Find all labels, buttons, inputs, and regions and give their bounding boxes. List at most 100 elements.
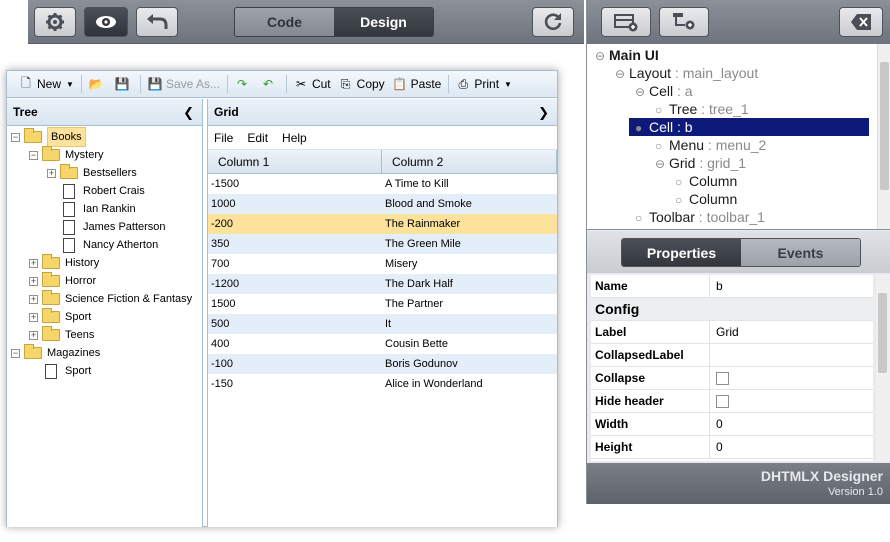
structure-node-grid[interactable]: ⊖ Grid : grid_1 — [655, 154, 746, 172]
cell-column-1[interactable]: -150 — [208, 374, 382, 394]
cell-column-1[interactable]: -100 — [208, 354, 382, 374]
table-row[interactable]: 400 Cousin Bette — [208, 334, 557, 354]
undo-button[interactable] — [136, 7, 178, 37]
tree-item[interactable]: Nancy Atherton — [47, 236, 158, 254]
column-header-2[interactable]: Column 2 — [382, 150, 557, 173]
structure-node-tree[interactable]: ○ Tree : tree_1 — [655, 100, 749, 118]
tree-item[interactable]: − Books — [11, 127, 86, 147]
structure-node-cell[interactable]: ⊖ Cell : a — [635, 82, 693, 100]
structure-node-column[interactable]: ○ Column — [675, 190, 737, 208]
cell-column-2[interactable]: The Rainmaker — [382, 214, 557, 234]
cell-column-1[interactable]: 700 — [208, 254, 382, 274]
cell-column-1[interactable]: 400 — [208, 334, 382, 354]
tree-item[interactable]: + Bestsellers — [47, 164, 137, 182]
table-row[interactable]: 1500 The Partner — [208, 294, 557, 314]
tree-node-marker-icon[interactable]: ⊖ — [595, 227, 609, 229]
cell-column-1[interactable]: 350 — [208, 234, 382, 254]
toolbar-button-paste[interactable]: 📋 Paste — [389, 71, 446, 98]
toolbar-button-new[interactable]: 🗋 New ▼ — [15, 71, 78, 98]
collapse-toggle-icon[interactable]: − — [11, 132, 20, 142]
cell-column-2[interactable]: It — [382, 314, 557, 334]
tree-item[interactable]: + Teens — [29, 326, 94, 344]
table-row[interactable]: 500 It — [208, 314, 557, 334]
toolbar-button-redo-green[interactable]: ↷ — [231, 71, 257, 98]
property-value[interactable] — [710, 367, 873, 389]
table-row[interactable]: -1500 A Time to Kill — [208, 174, 557, 194]
cell-column-1[interactable]: -1200 — [208, 274, 382, 294]
tree-node-marker-icon[interactable]: ○ — [635, 209, 649, 227]
tree-node-marker-icon[interactable]: ○ — [655, 101, 669, 119]
tree-node-marker-icon[interactable]: ⊖ — [615, 65, 629, 83]
toolbar-button-undo-green[interactable]: ↶ — [257, 71, 283, 98]
cell-column-2[interactable]: Alice in Wonderland — [382, 374, 557, 394]
menu-item-file[interactable]: File — [214, 131, 233, 145]
chevron-right-icon[interactable]: ❯ — [538, 99, 549, 126]
tab-events[interactable]: Events — [741, 239, 860, 266]
cell-column-1[interactable]: 500 — [208, 314, 382, 334]
toolbar-button-save-disk[interactable]: 💾 — [111, 71, 137, 98]
property-value[interactable]: b — [710, 275, 873, 297]
structure-node-layout[interactable]: ⊖ Layout : main_layout — [615, 64, 758, 82]
tree-node-marker-icon[interactable]: ⊖ — [655, 155, 669, 173]
table-row[interactable]: -150 Alice in Wonderland — [208, 374, 557, 394]
cell-column-2[interactable]: Blood and Smoke — [382, 194, 557, 214]
tree-node-marker-icon[interactable]: ○ — [675, 173, 689, 191]
chevron-left-icon[interactable]: ❮ — [183, 99, 194, 126]
collapse-toggle-icon[interactable]: − — [29, 150, 38, 160]
tree-node-marker-icon[interactable]: ⊖ — [595, 47, 609, 65]
cell-column-1[interactable]: 1500 — [208, 294, 382, 314]
cell-column-2[interactable]: The Green Mile — [382, 234, 557, 254]
cell-column-1[interactable]: -200 — [208, 214, 382, 234]
settings-button[interactable] — [34, 7, 76, 37]
tree-item[interactable]: − Magazines — [11, 344, 100, 362]
property-checkbox[interactable] — [716, 394, 729, 408]
structure-node-column[interactable]: ○ Column — [675, 172, 737, 190]
cell-column-2[interactable]: Cousin Bette — [382, 334, 557, 354]
property-value[interactable]: 0 — [710, 413, 873, 435]
structure-node-toolbar[interactable]: ○ Toolbar : toolbar_1 — [635, 208, 765, 226]
close-button[interactable] — [839, 7, 883, 37]
toolbar-button-save-as[interactable]: 💾 Save As... — [144, 71, 224, 98]
add-layout-button[interactable] — [601, 7, 651, 37]
expand-toggle-icon[interactable]: + — [29, 330, 38, 340]
cell-column-1[interactable]: 1000 — [208, 194, 382, 214]
expand-toggle-icon[interactable]: + — [47, 168, 56, 178]
tree-node-marker-icon[interactable]: ⊖ — [635, 83, 649, 101]
expand-toggle-icon[interactable]: + — [29, 312, 38, 322]
tree-node-marker-icon[interactable]: ● — [635, 119, 649, 137]
table-row[interactable]: -200 The Rainmaker — [208, 214, 557, 234]
cell-column-1[interactable]: -1500 — [208, 174, 382, 194]
menu-item-help[interactable]: Help — [282, 131, 307, 145]
toolbar-button-copy[interactable]: ⎘ Copy — [335, 71, 389, 98]
tree-item[interactable]: − Mystery — [29, 146, 104, 164]
refresh-button[interactable] — [532, 7, 574, 37]
column-header-1[interactable]: Column 1 — [208, 150, 382, 173]
structure-node-menu[interactable]: ○ Menu : menu_2 — [655, 136, 766, 154]
property-value[interactable]: Grid — [710, 321, 873, 343]
properties-scrollbar[interactable] — [876, 275, 890, 461]
table-row[interactable]: -100 Boris Godunov — [208, 354, 557, 374]
table-row[interactable]: 350 The Green Mile — [208, 234, 557, 254]
cell-column-2[interactable]: Boris Godunov — [382, 354, 557, 374]
table-row[interactable]: -1200 The Dark Half — [208, 274, 557, 294]
tree-node-marker-icon[interactable]: ○ — [655, 137, 669, 155]
expand-toggle-icon[interactable]: + — [29, 294, 38, 304]
toolbar-button-open-folder[interactable]: 📂 — [85, 71, 111, 98]
menu-item-edit[interactable]: Edit — [247, 131, 268, 145]
structure-node-main-ui[interactable]: ⊖ Main UI — [595, 46, 659, 64]
property-checkbox[interactable] — [716, 371, 729, 385]
table-row[interactable]: 700 Misery — [208, 254, 557, 274]
structure-node-popups[interactable]: ⊖Popups — [595, 226, 660, 229]
cell-column-2[interactable]: The Dark Half — [382, 274, 557, 294]
cell-column-2[interactable]: A Time to Kill — [382, 174, 557, 194]
tree-item[interactable]: + History — [29, 254, 99, 272]
property-value[interactable] — [710, 390, 873, 412]
tab-code[interactable]: Code — [235, 8, 334, 36]
tree-item[interactable]: + Science Fiction & Fantasy — [29, 290, 192, 308]
toolbar-button-print[interactable]: ⎙ Print ▼ — [452, 71, 516, 98]
property-value[interactable] — [710, 344, 873, 366]
table-row[interactable]: 1000 Blood and Smoke — [208, 194, 557, 214]
cell-column-2[interactable]: Misery — [382, 254, 557, 274]
tree-item[interactable]: Robert Crais — [47, 182, 145, 200]
tree-item[interactable]: James Patterson — [47, 218, 166, 236]
